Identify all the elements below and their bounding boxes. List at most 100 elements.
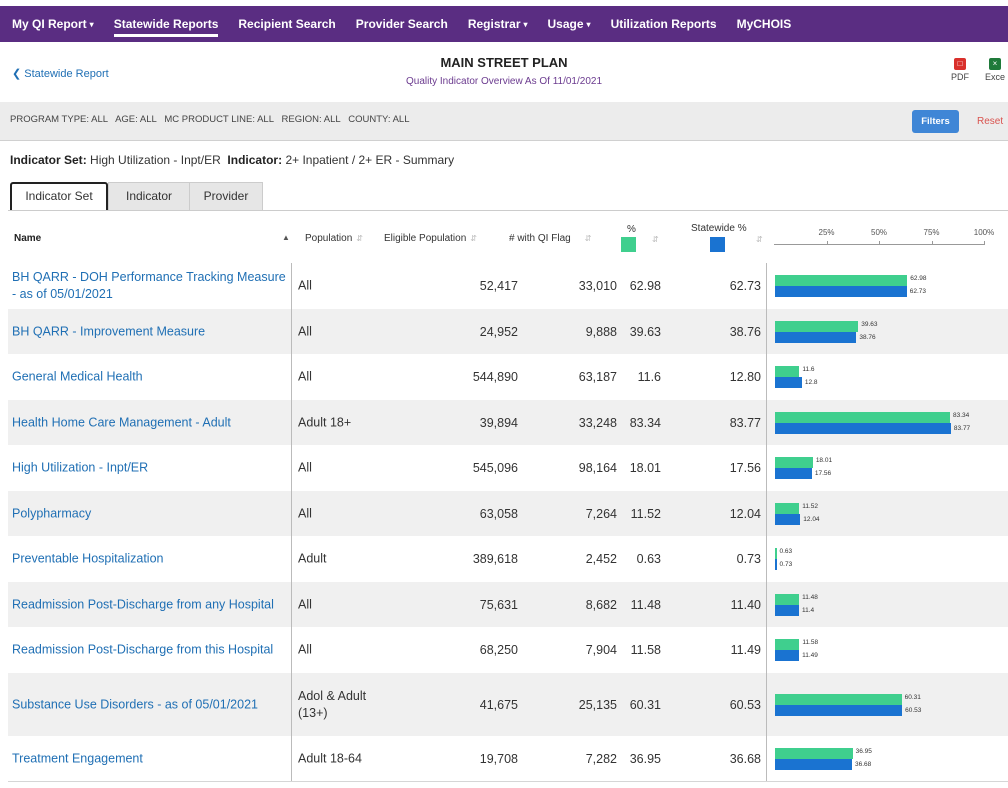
indicator-set-link[interactable]: Polypharmacy	[12, 505, 286, 522]
eligible-value: 39,894	[479, 415, 518, 430]
nav-item-mychois[interactable]: MyCHOIS	[737, 6, 792, 42]
pdf-icon: □	[954, 58, 966, 70]
indicator-set-link[interactable]: Health Home Care Management - Adult	[12, 414, 286, 431]
indicator-set-link[interactable]: High Utilization - Inpt/ER	[12, 460, 286, 477]
pct-value: 11.48	[630, 597, 661, 612]
nav-item-my-qi-report[interactable]: My QI Report ▾	[12, 6, 94, 42]
population-value: Adult 18-64	[298, 751, 362, 765]
axis-tick-mark	[826, 241, 828, 245]
nav-item-recipient-search[interactable]: Recipient Search	[238, 6, 335, 42]
pct-bar-label: 11.58	[802, 639, 819, 646]
statewide-value: 0.73	[736, 552, 761, 566]
col-eligible-label: Eligible Population	[384, 233, 467, 244]
nav-item-provider-search[interactable]: Provider Search	[356, 6, 448, 42]
statewide-value: 38.76	[729, 324, 761, 339]
nav-item-label: Recipient Search	[238, 17, 336, 31]
flag-count-value: 7,904	[585, 643, 617, 657]
nav-item-statewide-reports[interactable]: Statewide Reports	[113, 6, 218, 42]
name-cell: Preventable Hospitalization	[8, 536, 290, 582]
col-statewide[interactable]: Statewide %	[691, 223, 747, 234]
pdf-export-button[interactable]: □ PDF	[951, 58, 969, 82]
indicator-set-link[interactable]: Treatment Engagement	[12, 750, 286, 767]
statewide-value: 11.40	[730, 597, 761, 612]
nav-item-label: Utilization Reports	[610, 17, 717, 31]
statewide-bar-label: 36.68	[855, 760, 872, 768]
pct-value: 18.01	[629, 461, 661, 475]
pct-value: 39.63	[629, 324, 661, 339]
col-population-label: Population	[305, 233, 353, 244]
eligible-value: 75,631	[479, 597, 518, 612]
pct-bar	[775, 366, 800, 377]
pct-value: 83.34	[629, 415, 661, 430]
statewide-value: 62.73	[729, 279, 761, 293]
nav-item-utilization-reports[interactable]: Utilization Reports	[611, 6, 717, 42]
sort-icon: ⇵	[470, 234, 477, 243]
table-row: Readmission Post-Discharge from any Hosp…	[8, 582, 1008, 628]
tab-indicator[interactable]: Indicator	[108, 182, 190, 211]
pdf-label: PDF	[951, 72, 969, 82]
name-cell: General Medical Health	[8, 354, 290, 400]
name-cell: Polypharmacy	[8, 491, 290, 536]
nav-item-label: My QI Report	[12, 17, 87, 31]
excel-icon: ×	[989, 58, 1001, 70]
flag-count-value: 63,187	[578, 370, 617, 384]
population-cell: All	[291, 309, 382, 354]
nav-item-usage[interactable]: Usage ▾	[548, 6, 591, 42]
pct-bar	[775, 693, 902, 705]
eligible-value: 389,618	[472, 552, 518, 566]
caret-down-icon: ▾	[89, 19, 94, 29]
population-cell: All	[291, 582, 382, 627]
flag-count-value: 9,888	[585, 324, 617, 339]
population-cell: Adol & Adult (13+)	[291, 673, 382, 736]
indicator-set-link[interactable]: Readmission Post-Discharge from any Hosp…	[12, 596, 286, 613]
statewide-bar	[775, 650, 800, 661]
nav-item-registrar[interactable]: Registrar ▾	[468, 6, 528, 42]
col-population[interactable]: Population ⇵	[305, 233, 363, 244]
table-row: Polypharmacy All 63,058 7,264 11.52 12.04 11.5…	[8, 491, 1008, 537]
eligible-value: 63,058	[479, 506, 518, 521]
eligible-value: 24,952	[479, 324, 518, 339]
main-nav: My QI Report ▾ Statewide Reports Recipient …	[0, 6, 1008, 42]
sort-icon[interactable]: ⇵	[756, 235, 763, 244]
population-cell: Adult 18+	[291, 400, 382, 445]
pct-bar-label: 60.31	[904, 693, 921, 701]
indicator-value: 2+ Inpatient / 2+ ER - Summary	[285, 153, 455, 167]
indicator-set-link[interactable]: General Medical Health	[12, 369, 286, 386]
population-value: Adult	[298, 551, 327, 566]
filters-button[interactable]: Filters	[912, 110, 959, 133]
excel-export-button[interactable]: × Exce	[985, 58, 1005, 82]
sort-icon: ⇵	[356, 234, 363, 243]
bar-chart-cell: 18.01 17.56	[766, 445, 1008, 491]
reset-link[interactable]: Reset	[977, 116, 1003, 127]
table-row: Substance Use Disorders - as of 05/01/20…	[8, 673, 1008, 737]
indicator-set-link[interactable]: Substance Use Disorders - as of 05/01/20…	[12, 696, 286, 713]
col-statewide-label: Statewide %	[691, 223, 747, 234]
pct-bar-label: 11.52	[802, 502, 818, 510]
sort-icon[interactable]: ⇵	[652, 235, 659, 244]
bar-chart-cell: 60.31 60.53	[766, 673, 1008, 736]
pct-bar	[775, 457, 813, 468]
col-name[interactable]: Name ▲	[14, 233, 290, 244]
eligible-value: 68,250	[479, 643, 518, 657]
bar-chart-cell: 62.98 62.73	[766, 263, 1008, 309]
indicator-set-link[interactable]: Readmission Post-Discharge from this Hos…	[12, 642, 286, 659]
name-cell: Substance Use Disorders - as of 05/01/20…	[8, 673, 290, 736]
population-cell: Adult	[291, 536, 382, 582]
indicator-set-link[interactable]: BH QARR - Improvement Measure	[12, 323, 286, 340]
name-cell: Health Home Care Management - Adult	[8, 400, 290, 445]
bar-chart-cell: 11.48 11.4	[766, 582, 1008, 627]
tab-provider[interactable]: Provider	[189, 182, 263, 211]
tab-indicator-set[interactable]: Indicator Set	[10, 182, 108, 213]
statewide-bar	[775, 704, 903, 716]
col-eligible[interactable]: Eligible Population ⇵	[384, 233, 477, 244]
caret-down-icon: ▾	[523, 19, 528, 29]
indicator-set-link[interactable]: BH QARR - DOH Performance Tracking Measu…	[12, 269, 286, 303]
statewide-bar-label: 12.8	[804, 379, 818, 386]
col-pct[interactable]: %	[627, 224, 636, 235]
population-value: All	[298, 460, 312, 475]
filter-bar: PROGRAM TYPE: ALL AGE: ALL MC PRODUCT LI…	[0, 102, 1008, 141]
col-flag[interactable]: # with QI Flag ⇵	[509, 233, 591, 244]
bar-chart-cell: 11.52 12.04	[766, 491, 1008, 536]
indicator-set-link[interactable]: Preventable Hospitalization	[12, 551, 286, 568]
sort-asc-icon: ▲	[282, 233, 290, 242]
